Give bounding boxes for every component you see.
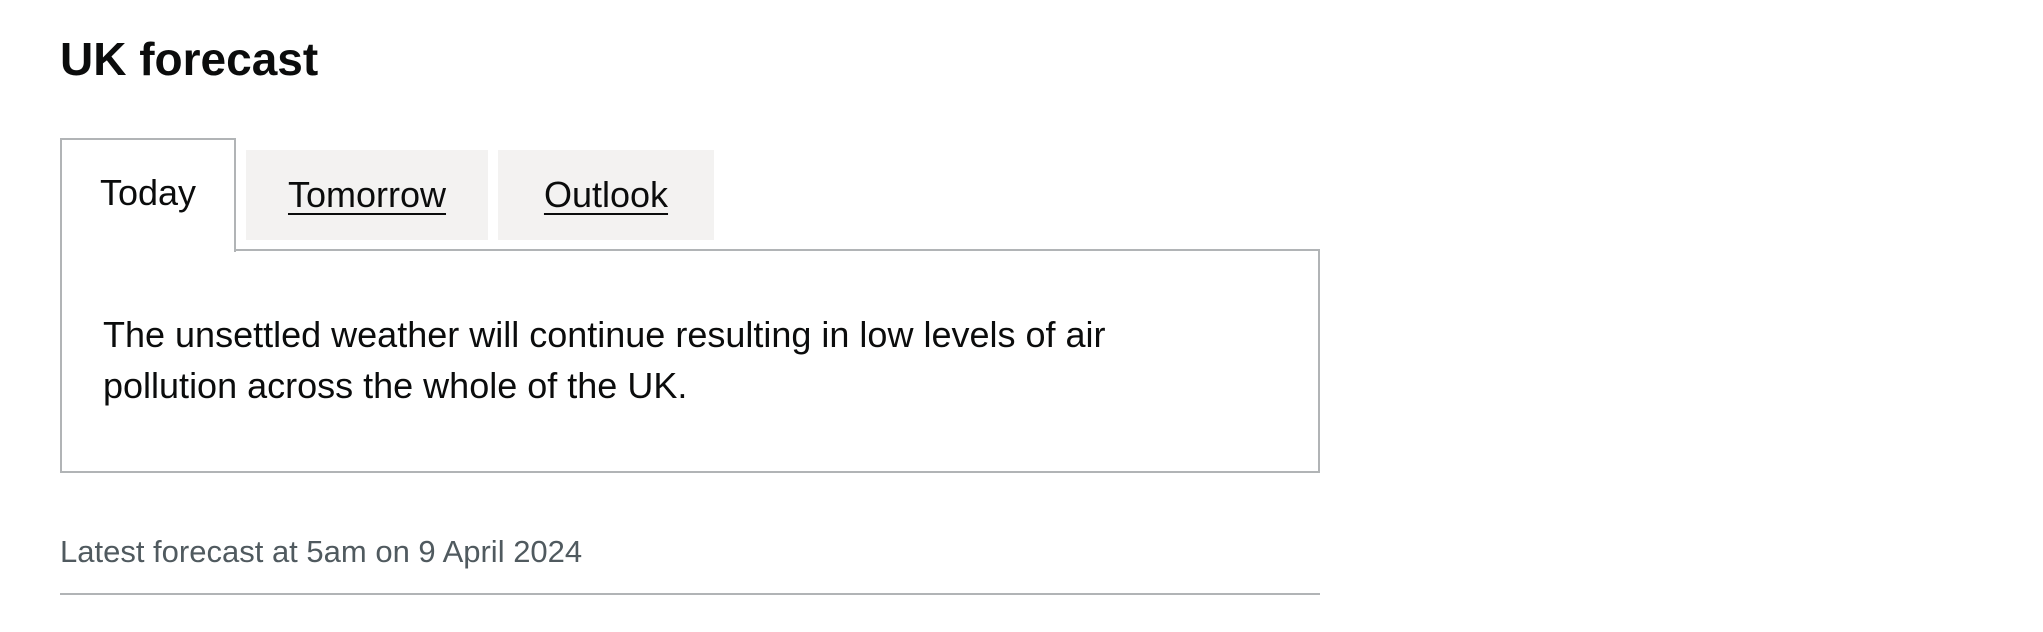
forecast-timestamp: Latest forecast at 5am on 9 April 2024 xyxy=(60,534,583,569)
tab-label: Today xyxy=(99,172,197,213)
forecast-tabs: Today Tomorrow Outlook The unsettled wea… xyxy=(60,138,1320,473)
section-divider xyxy=(60,593,1320,595)
tab-panel-today: The unsettled weather will continue resu… xyxy=(60,249,1320,473)
tab-label: Outlook xyxy=(543,174,669,215)
forecast-summary: The unsettled weather will continue resu… xyxy=(103,314,1106,406)
tab-label: Tomorrow xyxy=(287,174,447,215)
tab-today[interactable]: Today xyxy=(60,138,236,252)
tab-list: Today Tomorrow Outlook xyxy=(60,138,1320,252)
tab-outlook[interactable]: Outlook xyxy=(498,150,714,240)
page-title: UK forecast xyxy=(60,33,319,85)
tab-tomorrow[interactable]: Tomorrow xyxy=(246,150,488,240)
